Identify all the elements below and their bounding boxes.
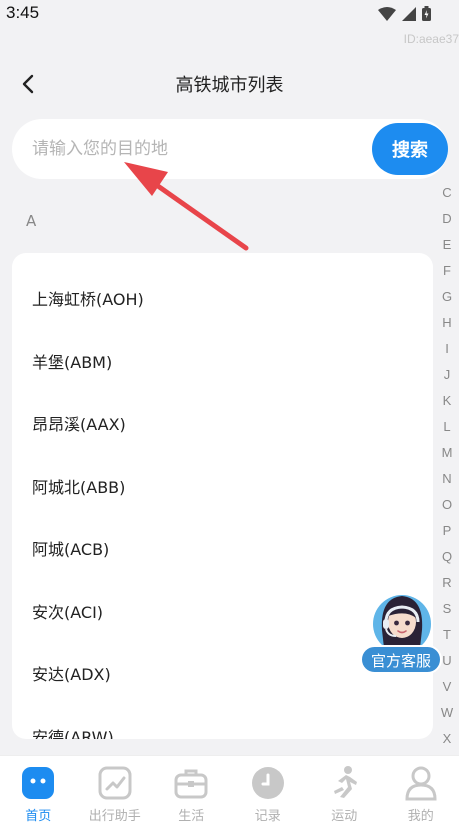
tab-mine[interactable]: 我的 [383,756,459,825]
wifi-icon [378,6,396,21]
section-letter: A [26,212,37,230]
alpha-letter[interactable]: O [438,492,456,518]
alpha-letter[interactable]: M [438,440,456,466]
alpha-letter[interactable]: X [438,726,456,752]
alpha-letter[interactable]: P [438,518,456,544]
home-icon [20,765,56,801]
tab-label: 运动 [331,809,358,824]
alpha-letter[interactable]: N [438,466,456,492]
tab-travel-assistant[interactable]: 出行助手 [77,756,154,825]
status-bar: 3:45 [0,0,459,30]
station-item[interactable]: 安德(ARW) [12,705,433,739]
tab-label: 首页 [25,809,52,824]
alpha-letter[interactable]: J [438,362,456,388]
header: 高铁城市列表 [0,60,459,106]
signal-icon [402,6,416,21]
tab-label: 出行助手 [88,809,141,824]
alpha-letter[interactable]: W [438,700,456,726]
status-icons [378,6,431,21]
tab-sports[interactable]: 运动 [306,756,383,825]
customer-service-button[interactable]: 官方客服 [360,590,442,674]
tab-records[interactable]: 记录 [230,756,307,825]
alpha-letter[interactable]: L [438,414,456,440]
briefcase-icon [173,765,209,801]
battery-icon [422,6,431,21]
alpha-letter[interactable]: G [438,284,456,310]
alpha-letter[interactable]: F [438,258,456,284]
chart-icon [97,765,133,801]
station-item[interactable]: 上海虹桥(AOH) [12,267,433,330]
tab-home[interactable]: 首页 [0,756,77,825]
bottom-tab-bar: 首页 出行助手 生活 记录 运动 我的 [0,755,459,825]
tab-label: 我的 [407,809,434,824]
tab-life[interactable]: 生活 [153,756,230,825]
alpha-letter[interactable]: V [438,674,456,700]
watermark-id: ID:aeae37 [403,32,459,46]
alpha-letter[interactable]: E [438,232,456,258]
search-button[interactable]: 搜索 [372,123,448,175]
search-input[interactable] [32,133,352,165]
user-icon [403,765,439,801]
alpha-letter[interactable]: H [438,310,456,336]
alpha-letter[interactable]: Q [438,544,456,570]
running-icon [326,765,362,801]
alpha-letter[interactable]: I [438,336,456,362]
page-title: 高铁城市列表 [175,75,284,96]
status-time: 3:45 [6,3,40,22]
search-bar: 搜索 [12,119,448,179]
customer-service-label: 官方客服 [360,645,442,674]
station-item[interactable]: 羊堡(ABM) [12,330,433,393]
tab-label: 生活 [178,809,205,824]
station-item[interactable]: 昂昂溪(AAX) [12,392,433,455]
alpha-letter[interactable]: K [438,388,456,414]
station-item[interactable]: 阿城北(ABB) [12,455,433,518]
station-item[interactable]: 阿城(ACB) [12,517,433,580]
alpha-letter[interactable]: C [438,180,456,206]
clock-icon [250,765,286,801]
tab-label: 记录 [254,809,281,824]
alpha-letter[interactable]: D [438,206,456,232]
